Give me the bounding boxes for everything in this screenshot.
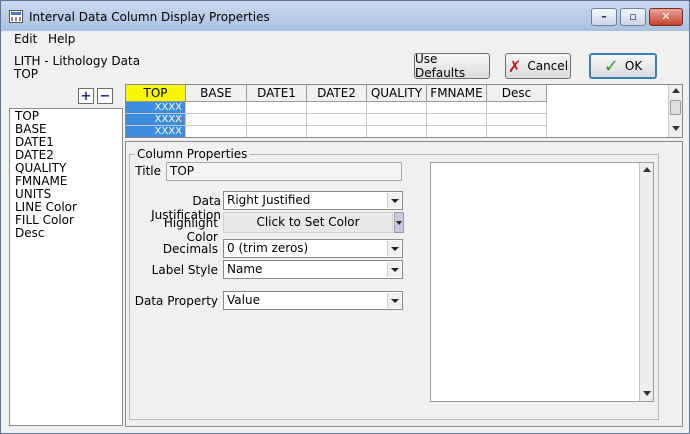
column-properties-label: Column Properties: [135, 147, 250, 161]
decimals-value: 0 (trim zeros): [227, 241, 309, 255]
data-property-label: Data Property: [134, 294, 218, 308]
data-justification-select[interactable]: Right Justified: [223, 191, 403, 210]
highlight-color-dropdown-icon[interactable]: [394, 212, 404, 233]
chevron-down-icon[interactable]: [387, 262, 401, 277]
menu-help[interactable]: Help: [48, 32, 75, 46]
grid-cell[interactable]: [367, 114, 427, 126]
highlight-color-button[interactable]: Click to Set Color: [223, 212, 393, 233]
plus-icon: +: [80, 88, 92, 104]
chevron-down-icon[interactable]: [387, 293, 401, 308]
minimize-icon: –: [601, 10, 607, 23]
title-bar[interactable]: Interval Data Column Display Properties …: [1, 1, 689, 31]
scroll-up-icon[interactable]: [672, 88, 680, 93]
grid-cell[interactable]: [186, 102, 247, 114]
grid-header-top[interactable]: TOP: [126, 85, 186, 102]
preview-grid[interactable]: TOP BASE DATE1 DATE2 QUALITY FMNAME Desc…: [125, 84, 683, 138]
grid-cell[interactable]: [307, 102, 367, 114]
description-scrollbar[interactable]: [639, 163, 653, 401]
maximize-button[interactable]: ▫: [620, 8, 646, 26]
cancel-button[interactable]: ✗ Cancel: [505, 53, 571, 79]
data-justification-value: Right Justified: [227, 193, 311, 207]
close-button[interactable]: ✕: [649, 8, 683, 26]
close-icon: ✕: [661, 10, 671, 23]
scroll-down-icon[interactable]: [643, 391, 651, 396]
use-defaults-label: Use Defaults: [415, 52, 466, 80]
grid-header-quality[interactable]: QUALITY: [367, 85, 427, 102]
title-field[interactable]: TOP: [166, 162, 402, 181]
add-column-button[interactable]: +: [78, 88, 94, 104]
use-defaults-button[interactable]: Use Defaults: [414, 52, 490, 80]
menu-edit[interactable]: Edit: [14, 32, 37, 46]
decimals-select[interactable]: 0 (trim zeros): [223, 239, 403, 258]
minimize-button[interactable]: –: [591, 8, 617, 26]
grid-cell[interactable]: [247, 102, 307, 114]
list-item[interactable]: Desc: [15, 227, 44, 240]
chevron-down-icon[interactable]: [387, 241, 401, 256]
data-property-value: Value: [227, 293, 260, 307]
grid-cell[interactable]: [487, 114, 547, 126]
check-icon: ✓: [603, 55, 619, 77]
grid-cell[interactable]: XXXX: [126, 126, 186, 137]
scroll-thumb[interactable]: [670, 100, 681, 115]
grid-cell[interactable]: [427, 114, 487, 126]
scroll-up-icon[interactable]: [643, 167, 651, 172]
grid-cell[interactable]: [367, 102, 427, 114]
grid-cell[interactable]: [427, 102, 487, 114]
ok-label: OK: [624, 59, 643, 73]
ok-button[interactable]: ✓ OK: [589, 53, 657, 79]
grid-cell[interactable]: [247, 126, 307, 137]
grid-cell[interactable]: [307, 126, 367, 137]
grid-header-fmname[interactable]: FMNAME: [427, 85, 487, 102]
grid-cell[interactable]: [487, 126, 547, 137]
grid-cell[interactable]: [186, 114, 247, 126]
grid-cell[interactable]: [247, 114, 307, 126]
dataset-name: LITH - Lithology Data: [14, 54, 141, 68]
column-list[interactable]: TOP BASE DATE1 DATE2 QUALITY FMNAME UNIT…: [9, 108, 123, 426]
maximize-icon: ▫: [629, 10, 637, 23]
grid-header-base[interactable]: BASE: [186, 85, 247, 102]
scroll-down-icon[interactable]: [672, 126, 680, 131]
description-box[interactable]: [430, 162, 654, 402]
decimals-label: Decimals: [162, 242, 218, 256]
grid-cell[interactable]: [307, 114, 367, 126]
grid-header-date1[interactable]: DATE1: [247, 85, 307, 102]
remove-column-button[interactable]: −: [97, 88, 113, 104]
grid-cell[interactable]: [367, 126, 427, 137]
minus-icon: −: [99, 88, 111, 104]
label-style-value: Name: [227, 262, 263, 276]
grid-header-date2[interactable]: DATE2: [307, 85, 367, 102]
chevron-down-icon[interactable]: [387, 193, 401, 208]
grid-cell[interactable]: [427, 126, 487, 137]
title-label: Title: [135, 164, 161, 178]
grid-cell[interactable]: [186, 126, 247, 137]
grid-cell[interactable]: [487, 102, 547, 114]
data-property-select[interactable]: Value: [223, 291, 403, 310]
grid-scrollbar[interactable]: [668, 85, 682, 137]
grid-header-desc[interactable]: Desc: [487, 85, 547, 102]
menu-bar: Edit Help: [1, 31, 689, 47]
label-style-label: Label Style: [151, 263, 218, 277]
current-column-name: TOP: [14, 67, 39, 81]
properties-window: Interval Data Column Display Properties …: [0, 0, 690, 434]
grid-cell[interactable]: XXXX: [126, 114, 186, 126]
cancel-x-icon: ✗: [507, 56, 522, 76]
window-title: Interval Data Column Display Properties: [29, 10, 270, 24]
grid-cell[interactable]: XXXX: [126, 102, 186, 114]
cancel-label: Cancel: [527, 59, 569, 73]
app-icon: [9, 10, 23, 23]
label-style-select[interactable]: Name: [223, 260, 403, 279]
highlight-color-label: Highlight Color: [163, 216, 218, 244]
